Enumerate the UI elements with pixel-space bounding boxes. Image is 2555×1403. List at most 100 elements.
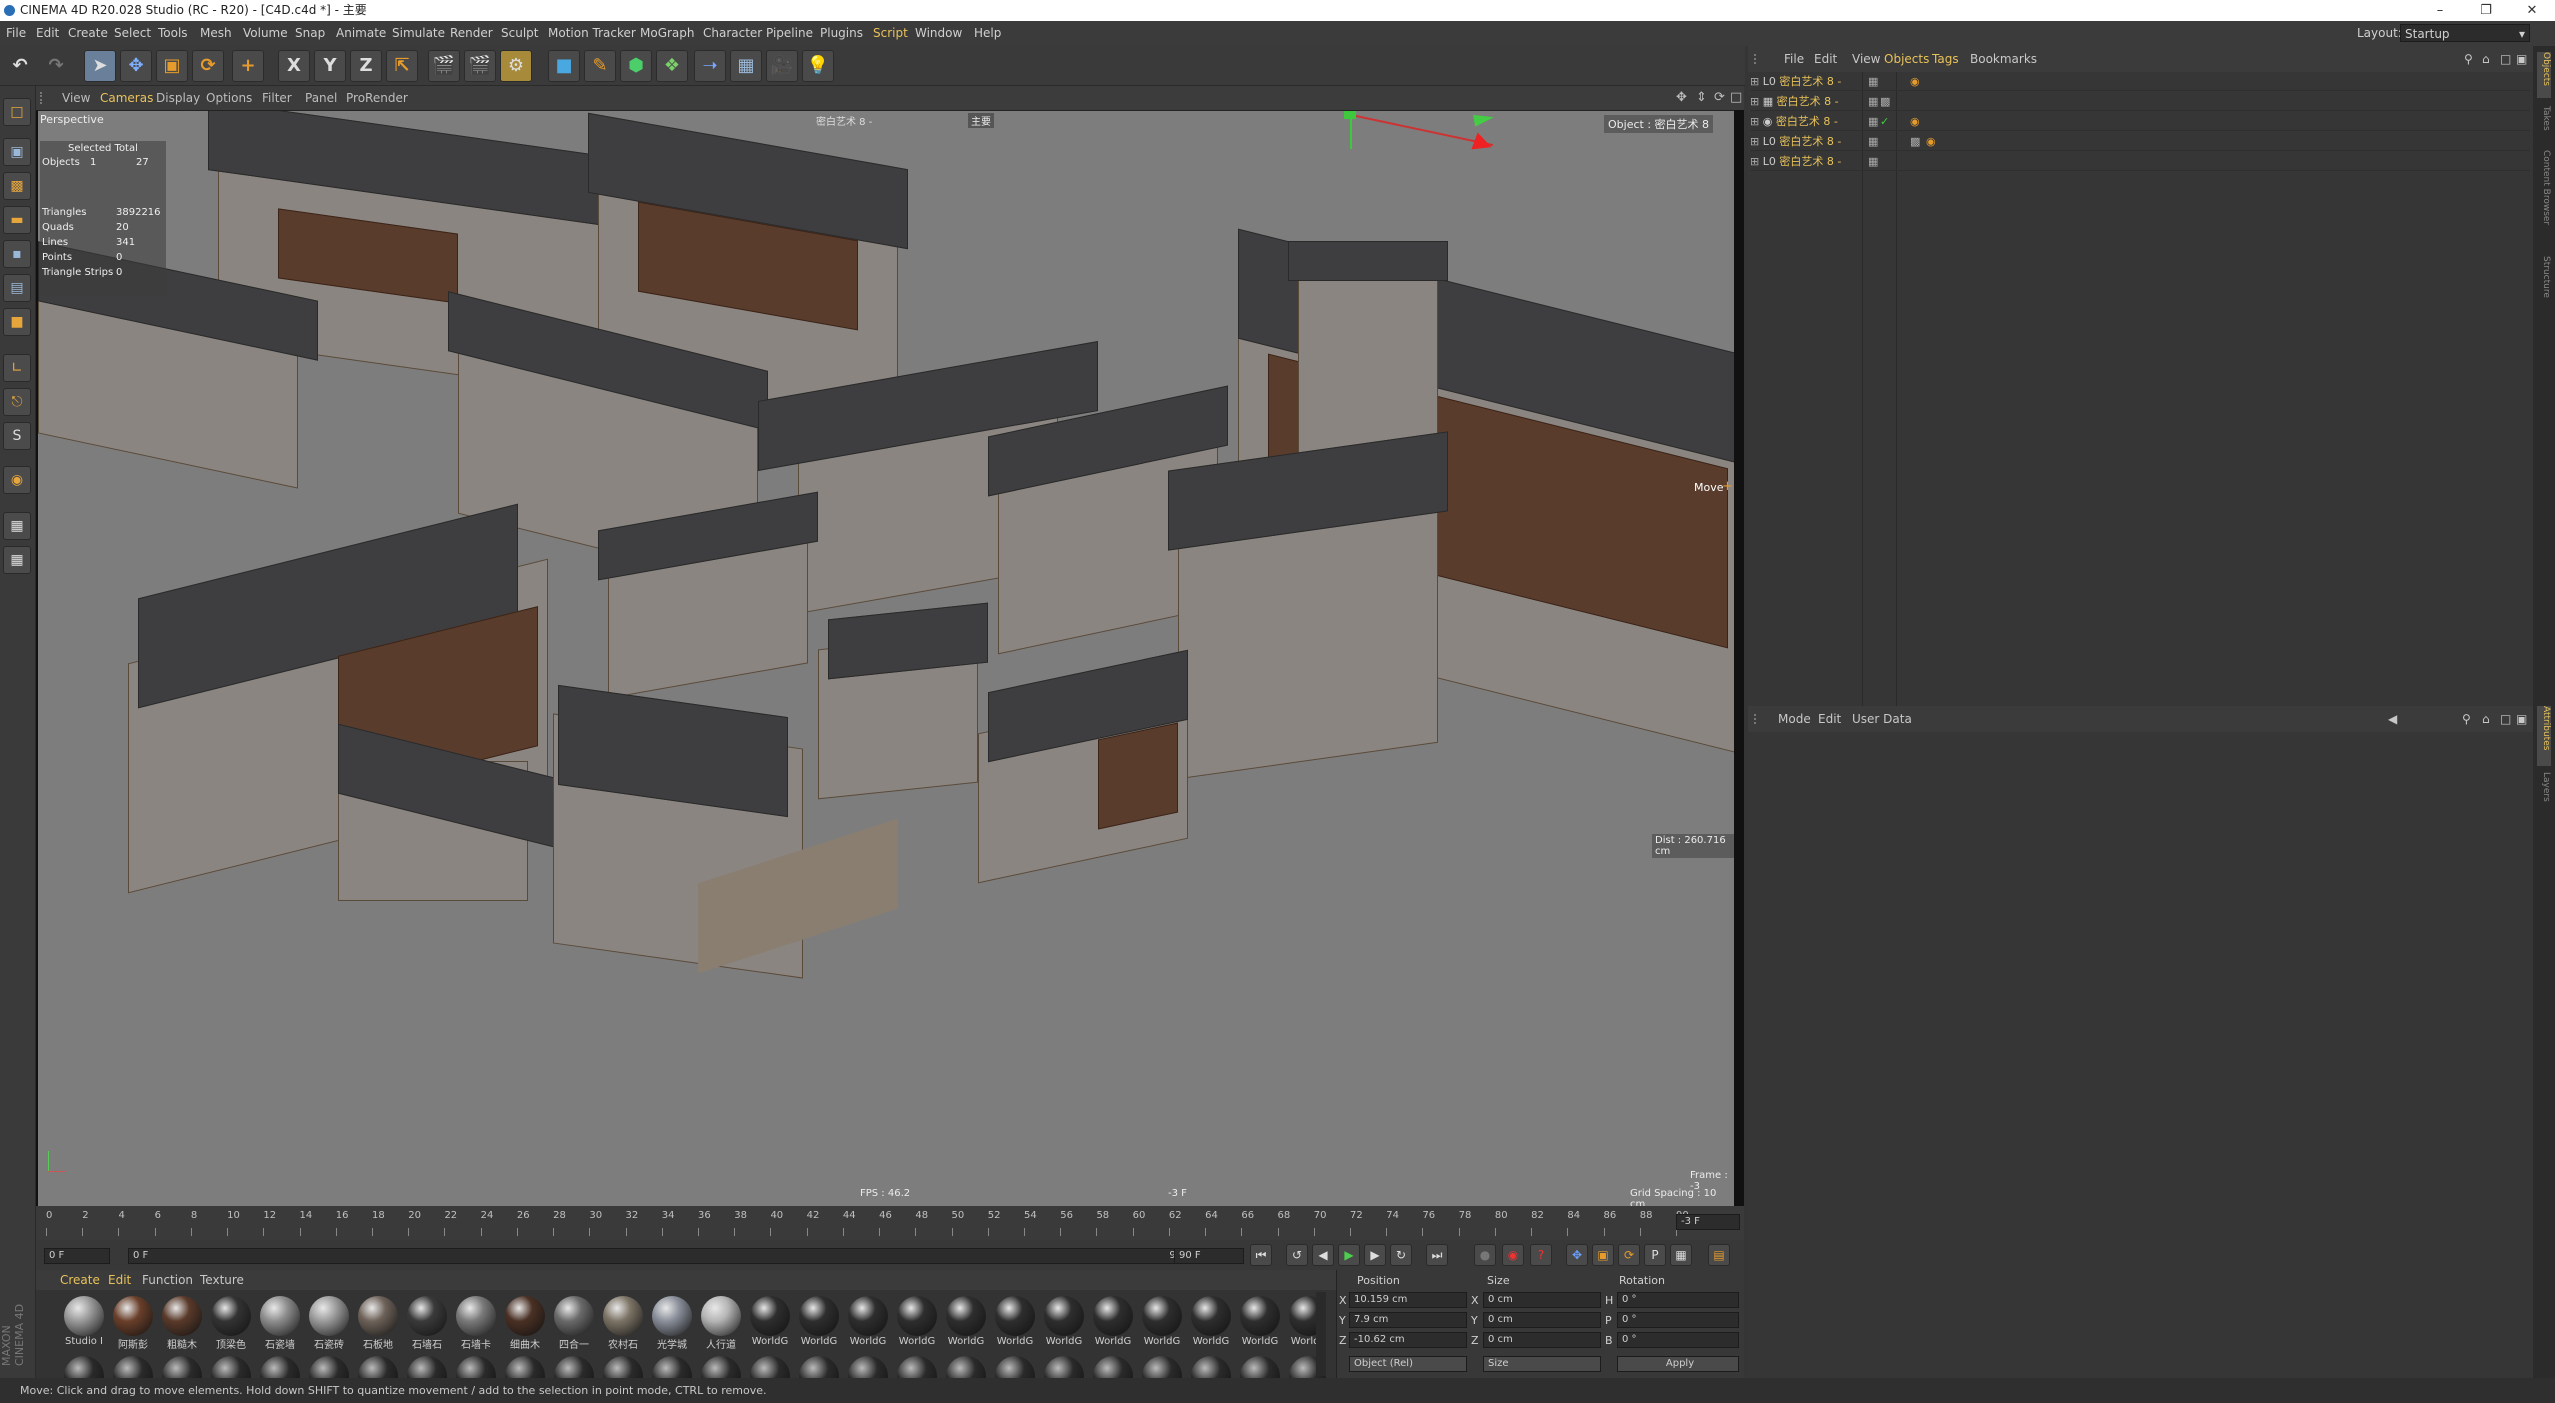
material-swatch[interactable] [697, 1354, 741, 1378]
expand-icon[interactable]: ⊞ [1750, 115, 1759, 128]
material-swatch[interactable]: WorldG [844, 1294, 888, 1352]
material-swatch[interactable] [991, 1354, 1035, 1378]
material-menu-create[interactable]: Create [60, 1270, 100, 1290]
material-swatch[interactable] [1040, 1354, 1084, 1378]
search-icon[interactable]: ⚲ [2462, 706, 2471, 732]
visibility-icon[interactable]: ▦ [1868, 132, 1878, 151]
undo-icon[interactable]: ↶ [4, 50, 36, 82]
material-swatch[interactable] [844, 1354, 888, 1378]
scale-tool-icon[interactable]: ▣ [156, 50, 188, 82]
object-tree[interactable]: ⊞ L0 密白艺术 8 - ▦ ◉ ⊞ ▦ 密白艺术 8 - ▦ ▩ ⊞ ◉ 密… [1748, 72, 2533, 752]
object-row[interactable]: ⊞ ◉ 密白艺术 8 - ▦ ✓ ◉ [1750, 112, 2530, 131]
visibility-icon[interactable]: ▦ [1868, 72, 1878, 91]
viewport-navigation-icon[interactable]: ✥ [1676, 86, 1687, 110]
material-swatch[interactable]: 石板地 [354, 1294, 398, 1352]
phong-tag-icon[interactable]: ◉ [1910, 112, 1920, 131]
menu-snap[interactable]: Snap [295, 21, 325, 46]
viewport-menu-display[interactable]: Display [156, 86, 200, 110]
material-swatch[interactable] [599, 1354, 643, 1378]
previous-frame-icon[interactable]: ◀ [1312, 1244, 1334, 1266]
object-row[interactable]: ⊞ L0 密白艺术 8 - ▦ ◉ [1750, 72, 2530, 91]
edges-mode-icon[interactable]: ▤ [3, 274, 31, 302]
material-swatch[interactable]: 光学城 [648, 1294, 692, 1352]
menu-file[interactable]: File [6, 21, 26, 46]
material-swatch[interactable]: WorldG [991, 1294, 1035, 1352]
material-swatch[interactable] [354, 1354, 398, 1378]
viewport-scrollbar[interactable] [1734, 110, 1744, 1206]
material-swatch[interactable]: WorldG [1138, 1294, 1182, 1352]
tab-content-browser[interactable]: Content Browser [2537, 150, 2551, 250]
material-swatch[interactable]: 人行道 [697, 1294, 741, 1352]
object-row[interactable]: ⊞ ▦ 密白艺术 8 - ▦ ▩ [1750, 92, 2530, 111]
menu-tools[interactable]: Tools [158, 21, 188, 46]
key-position-icon[interactable]: ✥ [1566, 1244, 1588, 1266]
end-frame-field[interactable]: 90 F [1174, 1248, 1244, 1264]
material-swatch[interactable]: 石墙石 [403, 1294, 447, 1352]
material-swatch[interactable] [550, 1354, 594, 1378]
menu-select[interactable]: Select [114, 21, 151, 46]
rotation-p-field[interactable]: 0 ° [1617, 1312, 1739, 1328]
attributes-menu-mode[interactable]: Mode [1778, 706, 1811, 732]
menu-pipeline[interactable]: Pipeline [766, 21, 813, 46]
menu-mograph[interactable]: MoGraph [640, 21, 695, 46]
recent-tool-icon[interactable]: + [232, 50, 264, 82]
material-swatch[interactable]: WorldG [1089, 1294, 1133, 1352]
material-swatch[interactable] [942, 1354, 986, 1378]
position-y-field[interactable]: 7.9 cm [1349, 1312, 1467, 1328]
snap-icon[interactable]: S [3, 422, 31, 450]
material-swatch[interactable] [60, 1354, 104, 1378]
material-swatch[interactable] [452, 1354, 496, 1378]
tab-layers[interactable]: Layers [2537, 772, 2551, 822]
x-axis-lock-button[interactable]: X [278, 50, 310, 82]
rotation-b-field[interactable]: 0 ° [1617, 1332, 1739, 1348]
object-name[interactable]: 密白艺术 8 - [1779, 135, 1841, 148]
menu-simulate[interactable]: Simulate [392, 21, 445, 46]
material-swatch[interactable]: Studio I [60, 1294, 104, 1352]
size-y-field[interactable]: 0 cm [1483, 1312, 1601, 1328]
rotate-tool-icon[interactable]: ⟳ [192, 50, 224, 82]
cube-icon[interactable]: ■ [548, 50, 580, 82]
phong-tag-icon[interactable]: ◉ [1926, 132, 1936, 151]
viewport-layout-icon[interactable]: □ [1730, 86, 1742, 110]
viewport-zoom-icon[interactable]: ⇕ [1696, 86, 1707, 110]
objects-menu-file[interactable]: File [1784, 46, 1804, 72]
redo-icon[interactable]: ↷ [40, 50, 72, 82]
key-point-level-icon[interactable]: ▦ [1670, 1244, 1692, 1266]
menu-character[interactable]: Character [703, 21, 762, 46]
home-icon[interactable]: ⌂ [2482, 46, 2490, 72]
menu-script[interactable]: Script [873, 21, 908, 46]
tab-attributes[interactable]: Attributes [2537, 706, 2551, 766]
grid-snap-icon[interactable]: ▦ [3, 512, 31, 540]
z-axis-handle[interactable] [1473, 111, 1495, 127]
go-to-end-icon[interactable]: ⏭ [1426, 1244, 1448, 1266]
new-window-icon[interactable]: □ [2500, 706, 2511, 732]
menu-help[interactable]: Help [974, 21, 1001, 46]
material-swatch[interactable]: WorldG [1187, 1294, 1231, 1352]
menu-edit[interactable]: Edit [36, 21, 59, 46]
menu-plugins[interactable]: Plugins [820, 21, 863, 46]
menu-create[interactable]: Create [68, 21, 108, 46]
lock-icon[interactable]: ⌂ [2482, 706, 2490, 732]
y-axis-handle[interactable] [1344, 111, 1356, 119]
object-row[interactable]: ⊞ L0 密白艺术 8 - ▦ ▩ ◉ [1750, 132, 2530, 151]
frame-ruler[interactable]: 0 2 4 6 8 10 12 14 16 18 20 22 24 26 28 30 32 34 36 38 40 42 4… [46, 1210, 1706, 1236]
attributes-menu-edit[interactable]: Edit [1818, 706, 1841, 732]
previous-key-icon[interactable]: ↺ [1286, 1244, 1308, 1266]
material-swatch[interactable]: WorldG [795, 1294, 839, 1352]
camera-icon[interactable]: 🎥 [766, 50, 798, 82]
material-swatch[interactable] [403, 1354, 447, 1378]
objects-menu-tags[interactable]: Tags [1932, 46, 1959, 72]
material-swatch[interactable]: WorldG [746, 1294, 790, 1352]
move-gizmo[interactable] [1304, 111, 1604, 181]
workplane-icon[interactable]: ▬ [3, 206, 31, 234]
material-swatch[interactable]: WorldG [1236, 1294, 1280, 1352]
viewport-menu-view[interactable]: View [62, 86, 90, 110]
menu-render[interactable]: Render [450, 21, 493, 46]
lock-workplane-icon[interactable]: ◉ [3, 466, 31, 494]
material-swatch[interactable]: 细曲木 [501, 1294, 545, 1352]
tweak-mode-icon[interactable]: ⎋ [3, 388, 31, 416]
key-rotation-icon[interactable]: ⟳ [1618, 1244, 1640, 1266]
viewport-rotate-icon[interactable]: ⟳ [1714, 86, 1725, 110]
close-icon[interactable]: ✕ [2509, 0, 2555, 21]
model-mode-icon[interactable]: ▣ [3, 138, 31, 166]
